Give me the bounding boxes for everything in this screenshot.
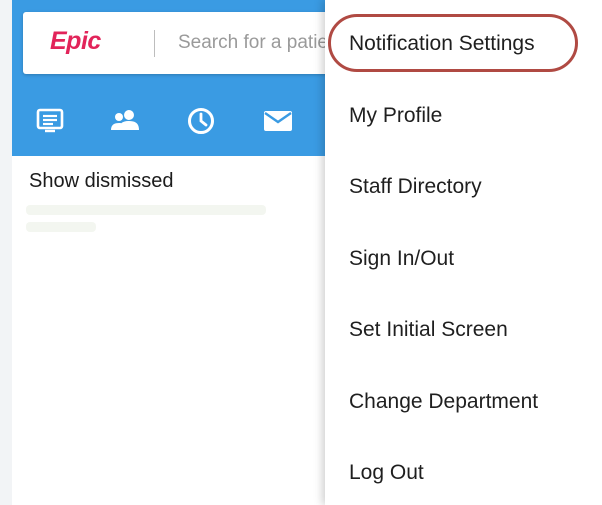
patient-search-input[interactable]	[178, 26, 332, 60]
faded-text-line	[26, 222, 96, 232]
clock-icon[interactable]	[184, 106, 218, 136]
menu-item-notification-settings[interactable]: Notification Settings	[349, 32, 535, 56]
schedule-list-icon[interactable]	[33, 106, 67, 136]
epic-logo: Epic	[50, 27, 101, 55]
menu-item-set-initial-screen[interactable]: Set Initial Screen	[349, 318, 508, 342]
search-bar[interactable]: Epic	[23, 12, 332, 74]
show-dismissed-toggle[interactable]: Show dismissed	[29, 170, 174, 193]
faded-text-line	[26, 205, 266, 215]
app-header: Epic	[12, 0, 332, 156]
patients-icon[interactable]	[108, 106, 142, 136]
menu-item-sign-in-out[interactable]: Sign In/Out	[349, 247, 454, 271]
menu-item-change-department[interactable]: Change Department	[349, 390, 538, 414]
search-divider	[154, 30, 155, 57]
menu-item-my-profile[interactable]: My Profile	[349, 104, 442, 128]
mail-icon[interactable]	[261, 106, 295, 136]
overflow-menu: Notification Settings My Profile Staff D…	[325, 0, 602, 505]
menu-item-log-out[interactable]: Log Out	[349, 461, 424, 485]
menu-item-staff-directory[interactable]: Staff Directory	[349, 175, 482, 199]
